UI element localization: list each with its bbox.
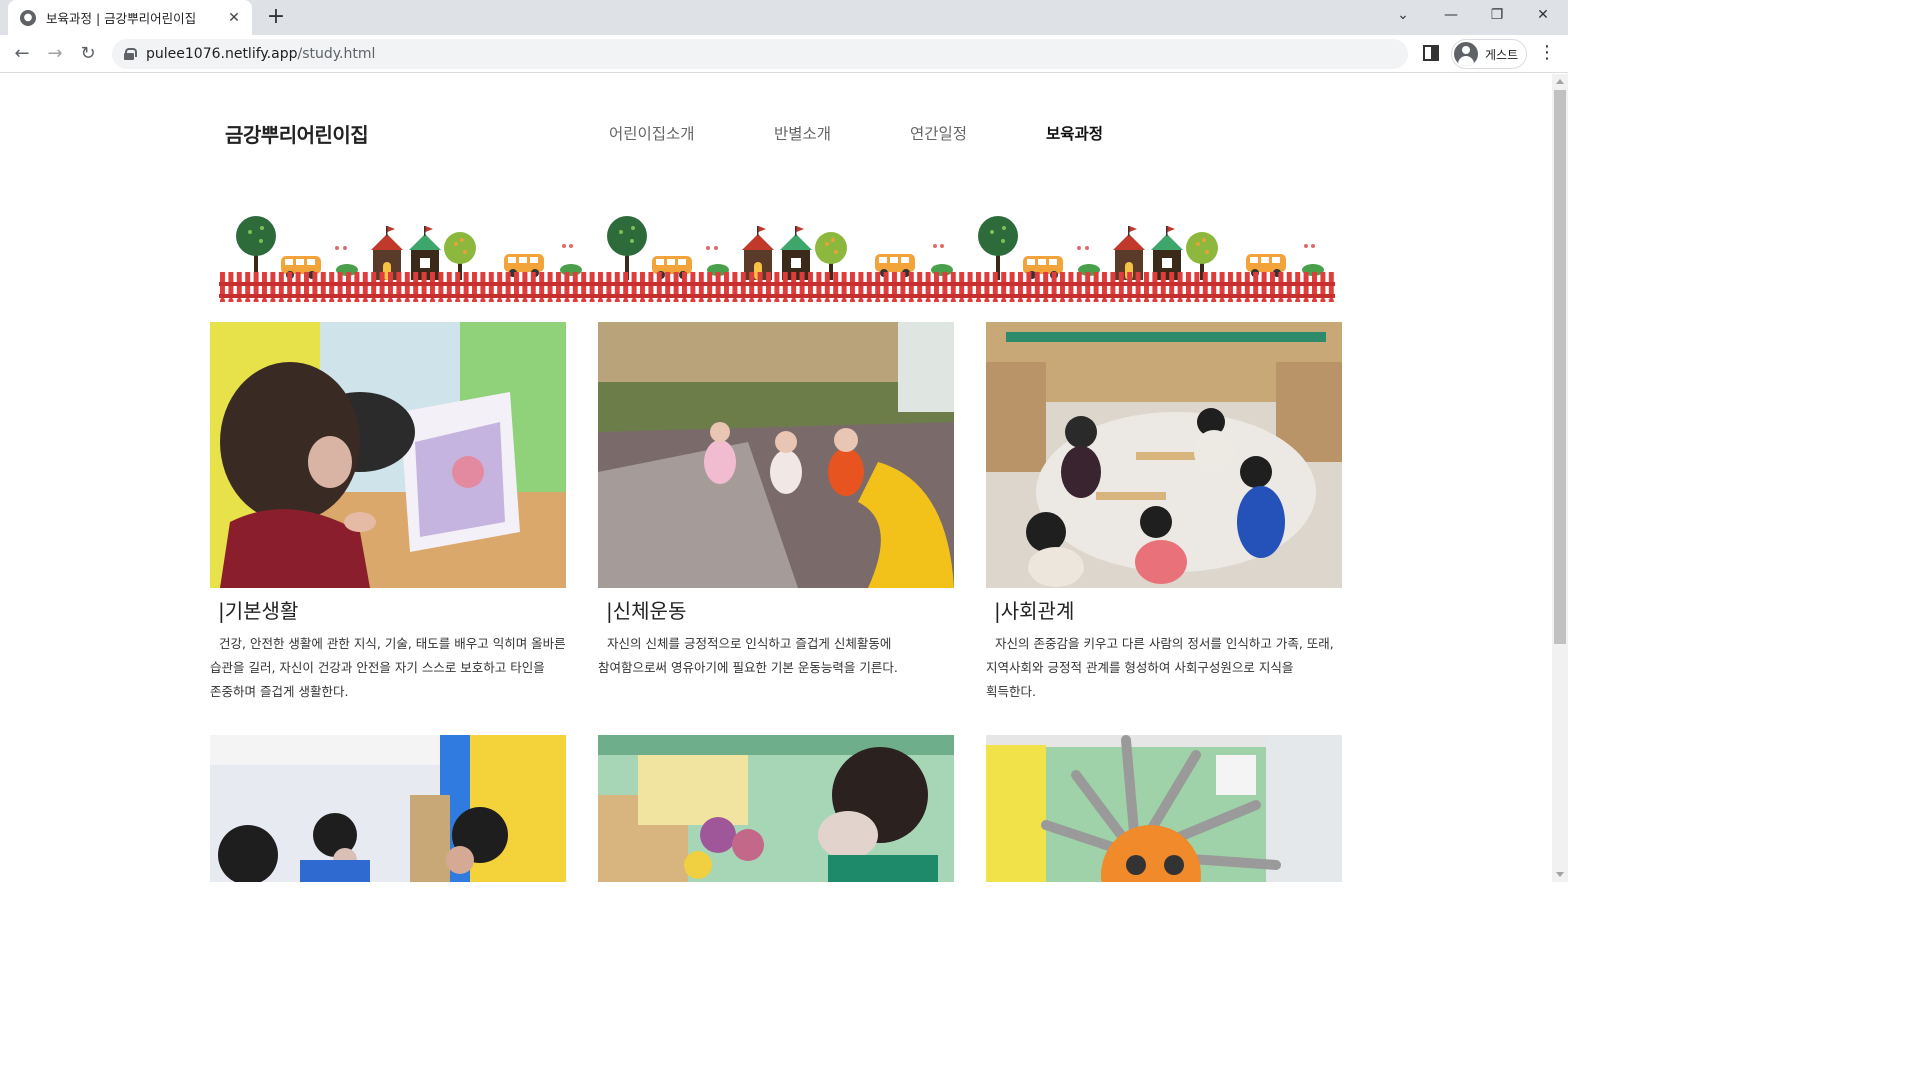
back-icon[interactable]: ← [9,41,35,67]
page-content: 금강뿌리어린이집 어린이집소개 반별소개 연간일정 보육과정 |기본생활 건강,… [0,74,1552,882]
forward-icon[interactable]: → [42,41,68,67]
card-title: |신체운동 [606,599,687,623]
nav-item-classes[interactable]: 반별소개 [774,122,831,144]
new-tab-icon[interactable]: + [263,5,289,31]
tab-search-icon[interactable]: ⌄ [1380,0,1426,32]
site-logo[interactable]: 금강뿌리어린이집 [225,119,369,148]
window-close-icon[interactable]: ✕ [1520,0,1566,32]
browser-toolbar: ← → ↻ pulee1076.netlify.app/study.html 게… [0,35,1568,73]
card-text: 자신의 신체를 긍정적으로 인식하고 즐겁게 신체활동에 참여함으로써 영유아기… [598,636,898,675]
url-text: pulee1076.netlify.app/study.html [146,46,376,62]
address-bar[interactable]: pulee1076.netlify.app/study.html [112,39,1408,69]
card-photo [986,322,1342,588]
scrollbar-thumb[interactable] [1554,90,1566,644]
restore-icon[interactable]: ❐ [1474,0,1520,32]
scroll-up-icon[interactable] [1556,79,1564,84]
kebab-menu-icon[interactable]: ⋮ [1537,41,1557,67]
card-photo [598,322,954,588]
nav-item-schedule[interactable]: 연간일정 [910,122,967,144]
close-tab-icon[interactable]: ✕ [226,10,242,26]
card-photo [986,735,1342,882]
card-photo [598,735,954,882]
tab-title: 보육과정 | 금강뿌리어린이집 [46,11,197,26]
village-banner [219,204,1335,302]
page-scrollbar[interactable] [1552,74,1568,882]
minimize-icon[interactable]: — [1428,0,1474,32]
profile-button[interactable]: 게스트 [1451,39,1527,69]
browser-tab[interactable]: ● 보육과정 | 금강뿌리어린이집 ✕ [8,0,252,35]
card-text: 자신의 존중감을 키우고 다른 사람의 정서를 인식하고 가족, 또래, 지역사… [986,636,1334,699]
reload-icon[interactable]: ↻ [75,41,101,67]
lock-icon[interactable] [124,48,137,60]
side-panel-icon[interactable] [1423,45,1439,61]
scroll-down-icon[interactable] [1556,872,1564,877]
card-photo [210,735,566,882]
card-title: |사회관계 [994,599,1075,623]
card-text: 건강, 안전한 생활에 관한 지식, 기술, 태도를 배우고 익히며 올바른 습… [210,636,566,699]
card-photo [210,322,566,588]
card-title: |기본생활 [218,599,299,623]
avatar-icon [1454,42,1478,66]
globe-icon: ● [20,9,36,26]
nav-item-about[interactable]: 어린이집소개 [609,122,695,144]
profile-label: 게스트 [1485,47,1519,62]
nav-item-curriculum[interactable]: 보육과정 [1046,122,1103,144]
browser-tab-strip: ● 보육과정 | 금강뿌리어린이집 ✕ + ⌄ — ❐ ✕ [0,0,1568,35]
